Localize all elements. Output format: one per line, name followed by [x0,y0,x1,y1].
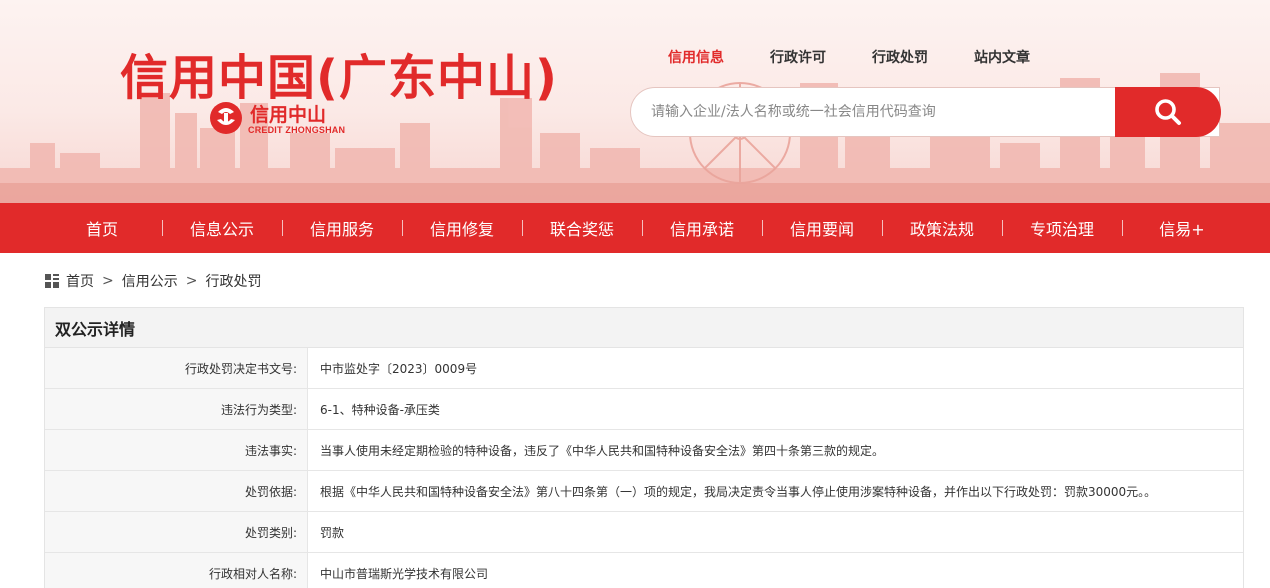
breadcrumb-separator: > [185,273,198,289]
header-banner: 信用中国(广东中山) 信用中山 CREDIT ZHONGSHAN 信用信息 行政… [0,0,1270,203]
breadcrumb-separator: > [102,273,114,289]
row-label: 处罚依据: [45,471,308,511]
search-tab-admin-penalty[interactable]: 行政处罚 [872,47,928,67]
breadcrumb-credit-disclosure[interactable]: 信用公示 [122,271,178,291]
detail-title: 双公示详情 [45,308,1243,348]
breadcrumb-home[interactable]: 首页 [66,271,94,291]
detail-row-penalty-basis: 处罚依据: 根据《中华人民共和国特种设备安全法》第八十四条第（一）项的规定，我局… [45,471,1243,512]
grid-icon [45,274,59,288]
row-label: 行政处罚决定书文号: [45,348,308,388]
row-value: 根据《中华人民共和国特种设备安全法》第八十四条第（一）项的规定，我局决定责令当事… [320,484,1157,499]
nav-item-credit-news[interactable]: 信用要闻 [762,203,882,253]
row-label: 行政相对人名称: [45,553,308,588]
nav-item-credit-commitment[interactable]: 信用承诺 [642,203,762,253]
detail-row-penalty-category: 处罚类别: 罚款 [45,512,1243,553]
row-label: 处罚类别: [45,512,308,552]
site-logo[interactable]: 信用中山 CREDIT ZHONGSHAN [208,100,358,140]
breadcrumb-admin-penalty[interactable]: 行政处罚 [205,271,261,291]
row-value: 中山市普瑞斯光学技术有限公司 [320,566,489,581]
credit-zhongshan-logo-icon [210,102,242,134]
detail-row-violation-type: 违法行为类型: 6-1、特种设备-承压类 [45,389,1243,430]
nav-item-xinyi-plus[interactable]: 信易+ [1122,203,1242,253]
logo-subtitle: CREDIT ZHONGSHAN [248,125,346,135]
row-value: 中市监处字〔2023〕0009号 [320,361,478,376]
nav-item-credit-repair[interactable]: 信用修复 [402,203,522,253]
row-label: 违法行为类型: [45,389,308,429]
nav-item-policies[interactable]: 政策法规 [882,203,1002,253]
detail-row-decision-number: 行政处罚决定书文号: 中市监处字〔2023〕0009号 [45,348,1243,389]
search-button[interactable] [1115,87,1221,137]
search-box [630,87,1221,137]
main-nav: 首页 信息公示 信用服务 信用修复 联合奖惩 信用承诺 信用要闻 政策法规 专项… [0,203,1270,253]
row-value: 当事人使用未经定期检验的特种设备，违反了《中华人民共和国特种设备安全法》第四十条… [320,443,885,458]
breadcrumb: 首页 > 信用公示 > 行政处罚 [44,271,261,291]
search-input[interactable] [631,88,1116,136]
search-icon [1155,99,1181,125]
logo-text: 信用中山 [250,104,327,126]
search-tabs: 信用信息 行政许可 行政处罚 站内文章 [668,47,1076,67]
nav-item-special-governance[interactable]: 专项治理 [1002,203,1122,253]
nav-item-home[interactable]: 首页 [42,203,162,253]
nav-item-joint-rewards-penalties[interactable]: 联合奖惩 [522,203,642,253]
nav-item-info-disclosure[interactable]: 信息公示 [162,203,282,253]
nav-item-credit-service[interactable]: 信用服务 [282,203,402,253]
search-tab-credit-info[interactable]: 信用信息 [668,47,724,67]
row-value: 罚款 [320,525,345,540]
row-label: 违法事实: [45,430,308,470]
search-tab-admin-license[interactable]: 行政许可 [770,47,826,67]
detail-panel: 双公示详情 行政处罚决定书文号: 中市监处字〔2023〕0009号 违法行为类型… [44,307,1244,588]
site-title: 信用中国(广东中山) [120,50,558,106]
row-value: 6-1、特种设备-承压类 [320,402,440,417]
detail-row-violation-facts: 违法事实: 当事人使用未经定期检验的特种设备，违反了《中华人民共和国特种设备安全… [45,430,1243,471]
search-tab-site-articles[interactable]: 站内文章 [974,47,1030,67]
detail-row-counterparty-name: 行政相对人名称: 中山市普瑞斯光学技术有限公司 [45,553,1243,588]
